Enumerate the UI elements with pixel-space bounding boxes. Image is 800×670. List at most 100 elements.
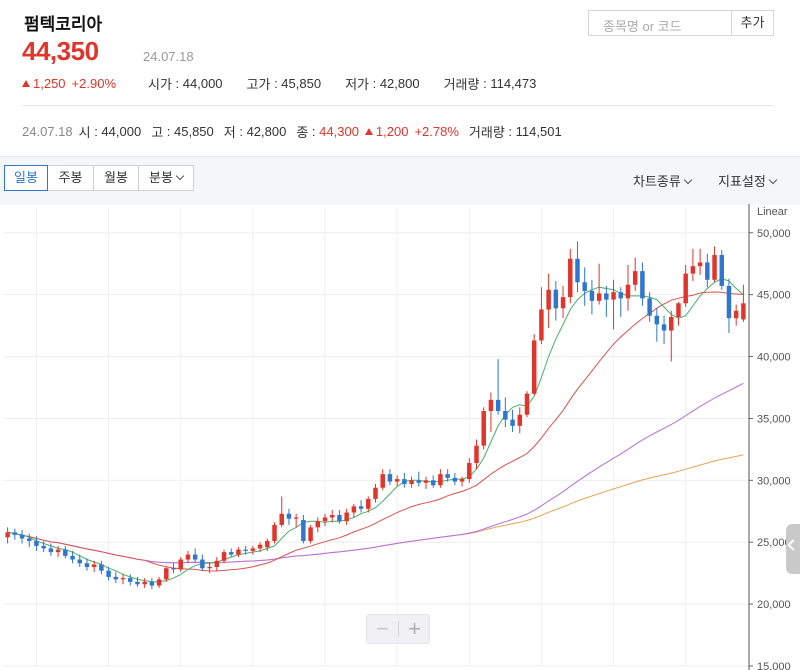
candle-body [625,284,631,299]
candle-body [156,579,162,586]
candle-body [604,293,609,300]
candle-body [106,570,111,577]
candle-body [618,292,623,299]
candle [503,397,508,428]
candle [279,496,284,528]
candle-body [661,324,667,331]
candle [510,409,515,433]
candle-body [654,315,660,325]
tab-weekly[interactable]: 주봉 [47,165,94,191]
candle-body [200,559,205,569]
candle [676,302,681,326]
candle [690,248,696,282]
quote-summary: 1,250 +2.90% 시가 : 44,000 고가 : 45,850 저가 … [22,74,536,93]
candle-body [63,549,68,556]
up-triangle-icon [364,128,373,135]
zoom-out-button[interactable]: − [367,615,398,643]
candle-body [712,255,717,280]
candle-body [113,576,119,580]
tab-monthly[interactable]: 월봉 [93,165,139,191]
candle-body [726,285,732,319]
low-value: 42,800 [379,76,420,91]
candle-body [250,548,256,551]
candle-body [632,271,638,285]
candle [149,578,155,590]
candle-body [272,524,277,541]
stock-search-input[interactable]: 종목명 or 코드 [588,10,732,36]
side-panel-handle[interactable] [786,524,800,574]
candle-body [265,540,270,548]
quote-date: 24.07.18 [143,49,194,64]
summary-volume-label: 거래량 [468,125,505,140]
candle [214,557,220,571]
candle-body [286,513,292,519]
candle [142,578,147,589]
candle-body [308,527,313,541]
candle-body [337,514,342,522]
candle-body [438,474,443,486]
candle-body [568,258,573,298]
candlestick-chart[interactable]: 15,00020,00025,00030,00035,00040,00045,0… [0,204,800,670]
candle [654,308,660,342]
summary-high: 45,850 [174,124,214,139]
candle [568,248,573,304]
tab-daily[interactable]: 일봉 [4,165,48,191]
candle [373,484,378,503]
candle-body [423,480,429,483]
chart-type-menu[interactable]: 차트종류 [633,171,693,190]
candle-body [683,273,688,304]
candle-body [445,474,450,478]
high-label: 고가 [246,77,271,92]
tab-minute[interactable]: 분봉 [138,165,194,191]
volume-value: 114,473 [490,76,537,91]
candle [329,510,335,523]
candle [120,574,126,585]
candle [553,281,559,321]
candle [524,391,530,418]
candle [293,513,299,528]
candle [481,407,486,450]
candle [99,560,104,575]
candle-body [48,548,54,553]
candle [423,476,429,489]
candle [221,549,227,564]
candle-body [5,532,10,538]
candle-body [257,544,263,549]
candle [712,246,717,283]
add-button[interactable]: 추가 [731,10,774,36]
divider [22,105,774,106]
candle-body [27,538,32,541]
summary-high-label: 고 [151,125,164,140]
candle [315,517,321,533]
candle-body [387,474,393,482]
candle-body [373,487,378,499]
candle-body [171,568,176,570]
candle-body [236,549,241,555]
candle [546,273,551,329]
price-change: 1,250 [33,76,66,91]
summary-open-label: 시 [78,125,91,140]
candle-body [474,445,479,463]
candle [5,527,10,544]
chevron-down-icon [683,175,693,185]
y-tick-label: 45,000 [757,290,791,302]
indicator-settings-menu[interactable]: 지표설정 [718,171,778,190]
summary-change-percent: +2.78% [414,124,459,139]
candle [301,514,306,544]
candle-body [19,534,25,539]
zoom-control: − + [366,614,430,644]
stock-name: 펌텍코리아 [24,15,103,34]
candle [416,471,422,487]
candle-body [546,289,551,310]
scale-label: Linear [757,206,788,218]
candle-body [301,519,306,541]
candle [661,315,667,345]
high-value: 45,850 [281,76,322,91]
candle [474,439,479,470]
low-label: 저가 [345,77,369,92]
candle-body [34,540,39,546]
zoom-in-button[interactable]: + [399,615,430,643]
candle-body [99,564,104,571]
candle-body [12,532,18,535]
candle [733,304,739,326]
